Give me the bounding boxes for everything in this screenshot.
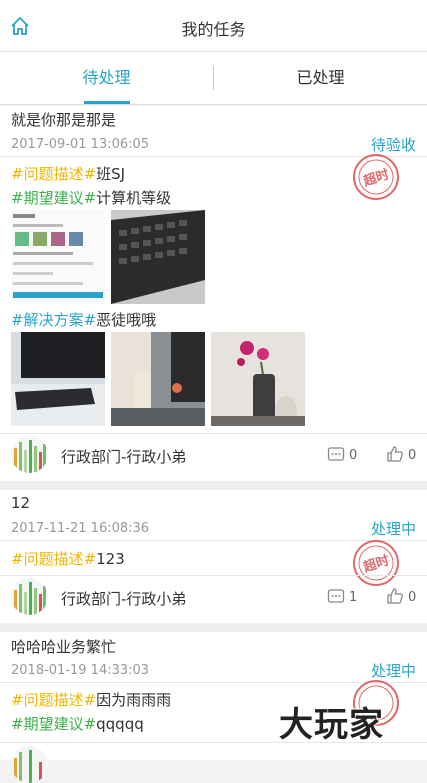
suggestion-line: #期望建议#qqqqq bbox=[11, 713, 144, 734]
attachment-image[interactable] bbox=[11, 210, 105, 304]
divider bbox=[0, 575, 427, 576]
comment-count: 1 bbox=[349, 590, 358, 605]
overtime-stamp: 超时 bbox=[353, 154, 399, 200]
problem-line: #问题描述#班SJ bbox=[11, 163, 125, 184]
problem-tag[interactable]: #问题描述# bbox=[11, 550, 96, 568]
divider bbox=[0, 433, 427, 434]
card-gap bbox=[0, 623, 427, 632]
problem-line: #问题描述#因为雨雨雨 bbox=[11, 689, 171, 710]
task-date: 2017-11-21 16:08:36 bbox=[11, 521, 150, 536]
like-icon[interactable] bbox=[386, 587, 404, 605]
suggestion-line: #期望建议#计算机等级 bbox=[11, 187, 171, 208]
task-title: 哈哈哈业务繁忙 bbox=[11, 638, 117, 656]
problem-line: #问题描述#123 bbox=[11, 548, 125, 569]
page-title: 我的任务 bbox=[181, 20, 246, 39]
attachment-image[interactable] bbox=[11, 332, 105, 426]
problem-tag[interactable]: #问题描述# bbox=[11, 691, 96, 709]
problem-tag[interactable]: #问题描述# bbox=[11, 165, 96, 183]
stamp-text: 超时 bbox=[361, 166, 391, 189]
author-name: 行政部门-行政小弟 bbox=[61, 590, 187, 608]
solution-line: #解决方案#恶徒哦哦 bbox=[11, 309, 156, 330]
attachment-image[interactable] bbox=[211, 332, 305, 426]
task-title: 12 bbox=[11, 494, 31, 512]
solution-text: 恶徒哦哦 bbox=[96, 311, 157, 329]
like-count: 0 bbox=[408, 590, 417, 605]
problem-text: 班SJ bbox=[96, 165, 126, 183]
stamp-text: 超时 bbox=[361, 552, 391, 575]
suggestion-text: qqqqq bbox=[96, 715, 144, 733]
like-count: 0 bbox=[408, 448, 417, 463]
attachment-image[interactable] bbox=[111, 210, 205, 304]
suggestion-tag[interactable]: #期望建议# bbox=[11, 715, 96, 733]
overtime-stamp: 超时 bbox=[353, 540, 399, 586]
solution-tag[interactable]: #解决方案# bbox=[11, 311, 96, 329]
task-title: 就是你那是那是 bbox=[11, 111, 117, 129]
watermark-logo: 大玩家 bbox=[279, 705, 384, 745]
comment-count: 0 bbox=[349, 448, 358, 463]
author-name: 行政部门-行政小弟 bbox=[61, 448, 187, 466]
avatar[interactable] bbox=[11, 578, 48, 615]
top-bar: 我的任务 bbox=[0, 0, 427, 52]
comment-icon[interactable] bbox=[327, 588, 345, 606]
problem-text: 123 bbox=[96, 550, 125, 568]
problem-text: 因为雨雨雨 bbox=[96, 691, 172, 709]
task-date: 2017-09-01 13:06:05 bbox=[11, 137, 150, 152]
tab-bar: 待处理 已处理 bbox=[0, 52, 427, 105]
tab-processed[interactable]: 已处理 bbox=[214, 52, 427, 104]
attachment-image[interactable] bbox=[111, 332, 205, 426]
active-tab-indicator bbox=[84, 101, 130, 104]
suggestion-tag[interactable]: #期望建议# bbox=[11, 189, 96, 207]
task-card[interactable]: 12 2017-11-21 16:08:36 处理中 #问题描述#123 超时 … bbox=[0, 490, 427, 623]
card-gap bbox=[0, 481, 427, 490]
task-card[interactable]: 就是你那是那是 2017-09-01 13:06:05 待验收 #问题描述#班S… bbox=[0, 106, 427, 481]
avatar[interactable] bbox=[11, 746, 48, 783]
suggestion-text: 计算机等级 bbox=[96, 189, 172, 207]
avatar[interactable] bbox=[11, 436, 48, 473]
task-date: 2018-01-19 14:33:03 bbox=[11, 663, 150, 678]
comment-icon[interactable] bbox=[327, 446, 345, 464]
tab-pending[interactable]: 待处理 bbox=[0, 52, 213, 104]
like-icon[interactable] bbox=[386, 445, 404, 463]
task-status: 处理中 bbox=[370, 520, 416, 538]
